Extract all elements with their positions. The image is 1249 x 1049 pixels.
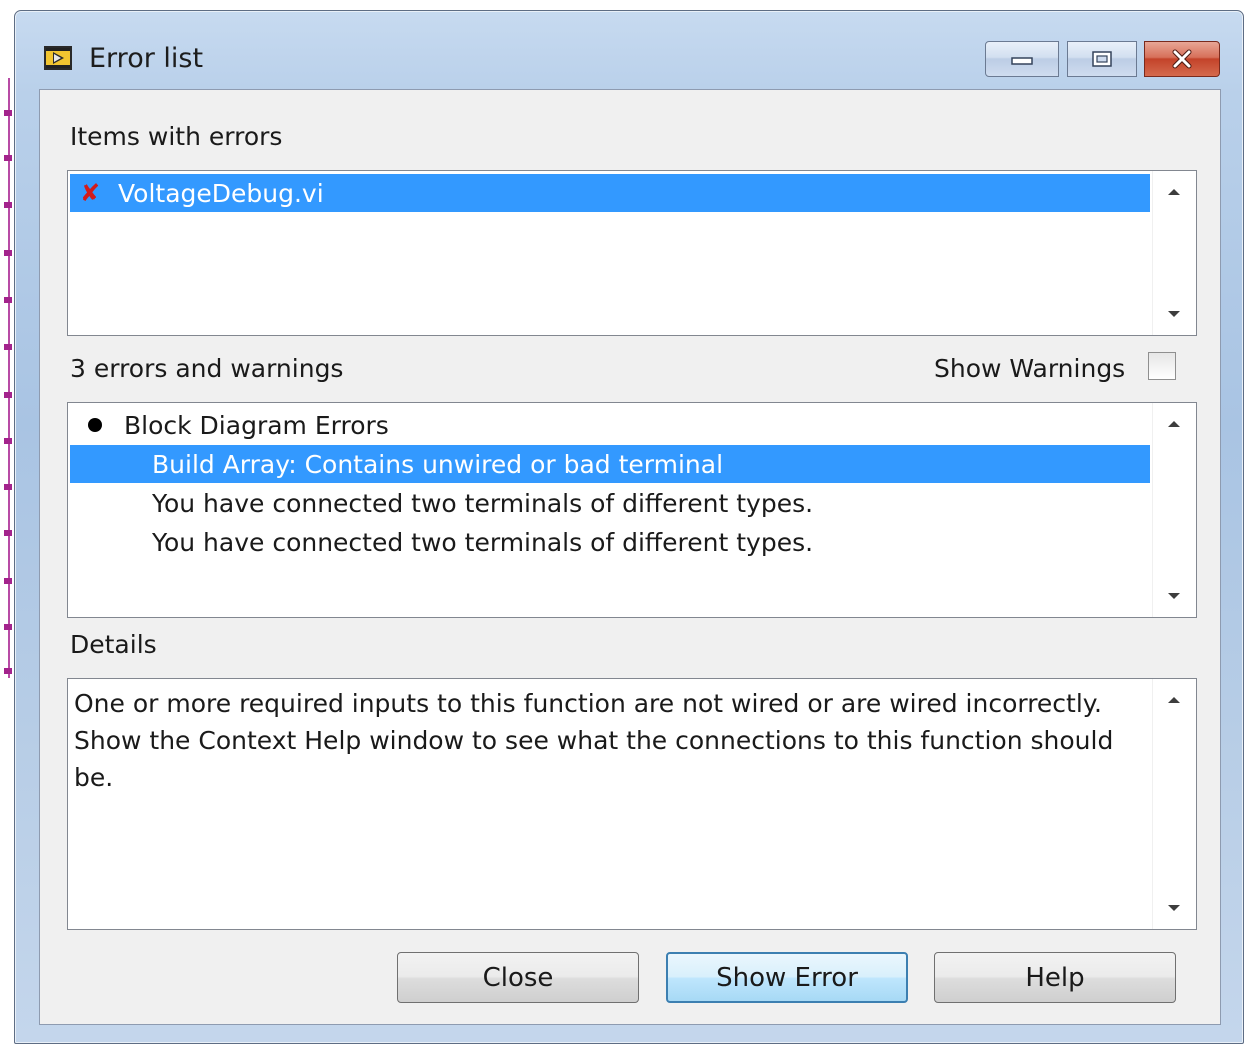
items-with-errors-list[interactable]: ✘ VoltageDebug.vi <box>67 170 1197 336</box>
scroll-up-icon[interactable] <box>1168 697 1180 703</box>
details-scrollbar[interactable] <box>1152 679 1196 929</box>
errors-warnings-list[interactable]: Block Diagram Errors Build Array: Contai… <box>67 402 1197 618</box>
show-error-button[interactable]: Show Error <box>666 952 908 1003</box>
close-icon <box>1172 49 1192 69</box>
errors-scrollbar[interactable] <box>1152 403 1196 617</box>
scroll-down-icon[interactable] <box>1168 311 1180 317</box>
list-item[interactable]: Build Array: Contains unwired or bad ter… <box>70 445 1150 483</box>
close-button[interactable]: Close <box>397 952 639 1003</box>
items-with-errors-label: Items with errors <box>70 122 283 151</box>
background-wire-tick <box>4 297 12 303</box>
item-label: VoltageDebug.vi <box>118 178 324 208</box>
maximize-button[interactable] <box>1067 41 1137 77</box>
scroll-up-icon[interactable] <box>1168 189 1180 195</box>
background-wire-tick <box>4 438 12 444</box>
background-wire-tick <box>4 668 12 674</box>
background-wire-tick <box>4 484 12 490</box>
scroll-down-icon[interactable] <box>1168 593 1180 599</box>
list-item[interactable]: ✘ VoltageDebug.vi <box>70 174 1150 212</box>
errors-count-label: 3 errors and warnings <box>70 354 344 383</box>
list-item-group[interactable]: Block Diagram Errors <box>70 406 1150 444</box>
background-wire-tick <box>4 202 12 208</box>
close-window-button[interactable] <box>1144 41 1220 77</box>
background-wire-tick <box>4 250 12 256</box>
minimize-button[interactable] <box>985 41 1059 77</box>
background-wire <box>8 78 10 678</box>
background-wire-tick <box>4 392 12 398</box>
background-wire-tick <box>4 530 12 536</box>
maximize-icon <box>1092 51 1112 67</box>
list-item[interactable]: You have connected two terminals of diff… <box>70 523 1150 561</box>
list-item[interactable]: You have connected two terminals of diff… <box>70 484 1150 522</box>
title-bar[interactable]: Error list <box>15 11 1243 89</box>
help-button[interactable]: Help <box>934 952 1176 1003</box>
details-text-area[interactable]: One or more required inputs to this func… <box>67 678 1197 930</box>
labview-app-icon <box>43 45 73 71</box>
background-wire-tick <box>4 155 12 161</box>
scroll-down-icon[interactable] <box>1168 905 1180 911</box>
items-scrollbar[interactable] <box>1152 171 1196 335</box>
background-wire-tick <box>4 578 12 584</box>
error-entry-label: You have connected two terminals of diff… <box>152 488 814 518</box>
show-warnings-checkbox[interactable] <box>1148 352 1176 380</box>
dialog-body: Items with errors ✘ VoltageDebug.vi 3 er… <box>39 89 1221 1025</box>
background-wire-tick <box>4 624 12 630</box>
window-title: Error list <box>89 43 204 74</box>
background-wire-tick <box>4 110 12 116</box>
bullet-icon <box>88 418 102 432</box>
error-x-icon: ✘ <box>80 179 101 207</box>
error-list-window: Error list Items with errors ✘ VoltageDe… <box>14 10 1244 1044</box>
error-entry-label: You have connected two terminals of diff… <box>152 527 814 557</box>
error-entry-label: Build Array: Contains unwired or bad ter… <box>152 449 724 479</box>
background-wire-tick <box>4 344 12 350</box>
show-warnings-label: Show Warnings <box>934 354 1126 383</box>
details-label: Details <box>70 630 157 659</box>
minimize-icon <box>1011 57 1033 65</box>
scroll-up-icon[interactable] <box>1168 421 1180 427</box>
background-diagram-edge <box>0 0 14 1049</box>
group-label: Block Diagram Errors <box>124 410 389 440</box>
details-text: One or more required inputs to this func… <box>74 689 1114 792</box>
